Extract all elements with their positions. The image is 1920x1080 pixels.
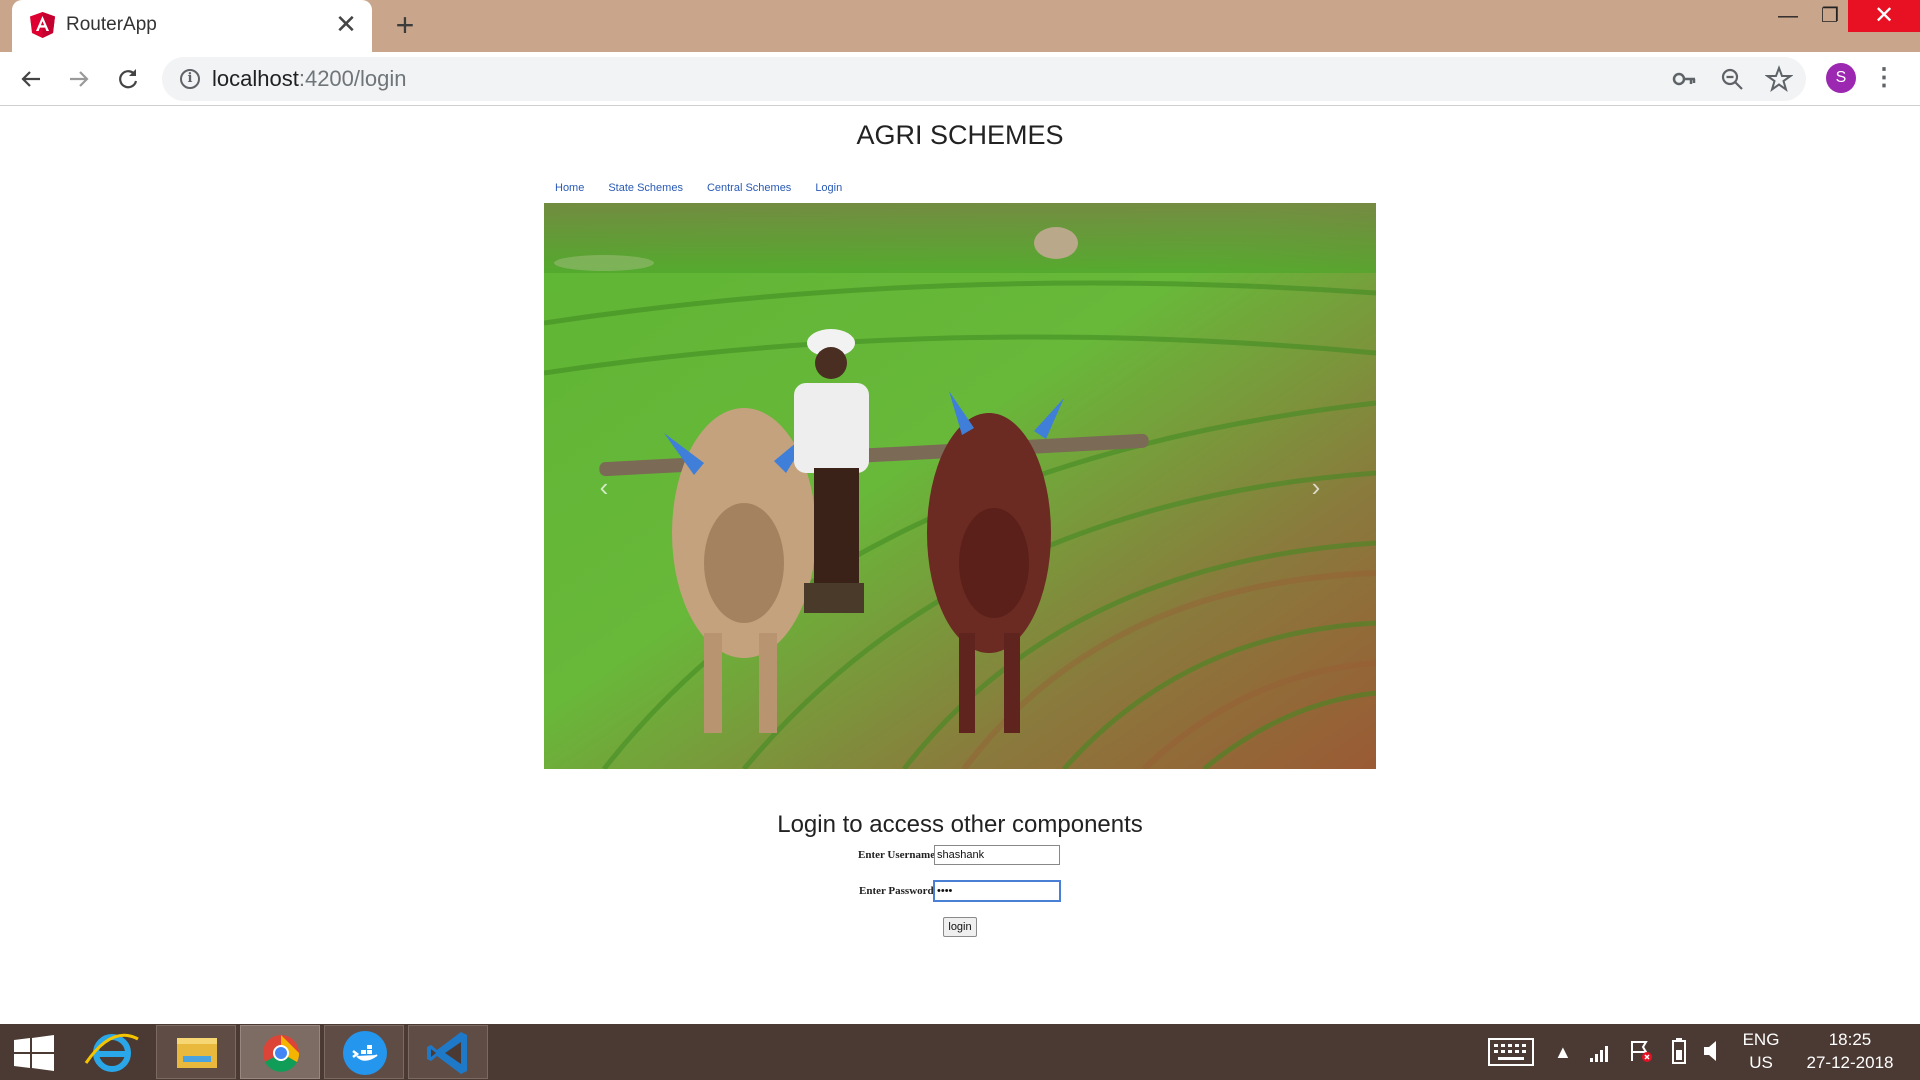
key-icon[interactable] bbox=[1670, 65, 1698, 93]
username-row: Enter Username bbox=[858, 845, 1064, 867]
back-arrow-icon[interactable] bbox=[16, 64, 46, 94]
nav-link-login[interactable]: Login bbox=[815, 180, 842, 196]
internet-explorer-icon[interactable] bbox=[72, 1025, 152, 1079]
action-center-flag-icon[interactable] bbox=[1630, 1039, 1652, 1063]
tab-title: RouterApp bbox=[66, 14, 157, 35]
nav-link-central-schemes[interactable]: Central Schemes bbox=[707, 180, 791, 196]
docker-icon[interactable] bbox=[324, 1025, 404, 1079]
maximize-button[interactable]: ❐ bbox=[1810, 0, 1850, 32]
vscode-icon[interactable] bbox=[408, 1025, 488, 1079]
reload-icon[interactable] bbox=[113, 64, 143, 94]
browser-titlebar: RouterApp ✕ + — ❐ ✕ bbox=[0, 0, 1920, 52]
windows-taskbar: ▲ ENG US 18:25 27-12-2018 bbox=[0, 1024, 1920, 1080]
window-close-button[interactable]: ✕ bbox=[1848, 0, 1920, 32]
login-button[interactable]: login bbox=[943, 917, 977, 937]
nav-link-state-schemes[interactable]: State Schemes bbox=[608, 180, 683, 196]
carousel-next-icon[interactable]: › bbox=[1306, 473, 1326, 501]
farmer-ploughing-photo bbox=[544, 203, 1376, 769]
clock-date[interactable]: 27-12-2018 bbox=[1800, 1052, 1900, 1074]
address-bar[interactable]: i localhost:4200/login bbox=[162, 57, 1806, 101]
star-icon[interactable] bbox=[1765, 65, 1793, 93]
profile-avatar[interactable]: S bbox=[1826, 63, 1856, 93]
url-text[interactable]: localhost:4200/login bbox=[212, 67, 407, 91]
password-input[interactable] bbox=[933, 880, 1061, 902]
login-heading: Login to access other components bbox=[777, 811, 1143, 838]
volume-icon[interactable] bbox=[1704, 1040, 1722, 1062]
site-info-icon[interactable]: i bbox=[180, 69, 200, 89]
password-label: Enter Password bbox=[859, 885, 934, 897]
carousel-image: ‹ › bbox=[544, 203, 1376, 769]
browser-toolbar: i localhost:4200/login S ⋮ bbox=[0, 52, 1920, 106]
battery-icon[interactable] bbox=[1672, 1038, 1686, 1064]
zoom-out-icon[interactable] bbox=[1718, 65, 1746, 93]
clock-time[interactable]: 18:25 bbox=[1800, 1029, 1900, 1051]
chrome-icon[interactable] bbox=[240, 1025, 320, 1079]
signal-icon[interactable] bbox=[1590, 1042, 1612, 1062]
angular-icon bbox=[30, 12, 55, 38]
tab-close-icon[interactable]: ✕ bbox=[332, 10, 360, 38]
region-indicator[interactable]: US bbox=[1736, 1052, 1786, 1074]
username-input[interactable] bbox=[934, 845, 1060, 865]
show-hidden-icons-icon[interactable]: ▲ bbox=[1554, 1040, 1572, 1064]
windows-start-icon[interactable] bbox=[14, 1035, 54, 1071]
carousel-prev-icon[interactable]: ‹ bbox=[594, 473, 614, 501]
minimize-button[interactable]: — bbox=[1770, 0, 1806, 32]
browser-tab[interactable]: RouterApp ✕ bbox=[12, 0, 372, 52]
page-title: AGRI SCHEMES bbox=[856, 120, 1064, 150]
touch-keyboard-icon[interactable] bbox=[1488, 1038, 1534, 1066]
menu-dots-icon[interactable]: ⋮ bbox=[1872, 63, 1896, 93]
username-label: Enter Username bbox=[858, 849, 936, 861]
language-indicator[interactable]: ENG bbox=[1736, 1029, 1786, 1051]
nav-link-home[interactable]: Home bbox=[555, 180, 584, 196]
new-tab-button[interactable]: + bbox=[390, 9, 420, 41]
main-nav: Home State Schemes Central Schemes Login bbox=[555, 180, 866, 196]
forward-arrow-icon[interactable] bbox=[64, 64, 94, 94]
password-row: Enter Password bbox=[859, 880, 1065, 902]
file-explorer-icon[interactable] bbox=[156, 1025, 236, 1079]
